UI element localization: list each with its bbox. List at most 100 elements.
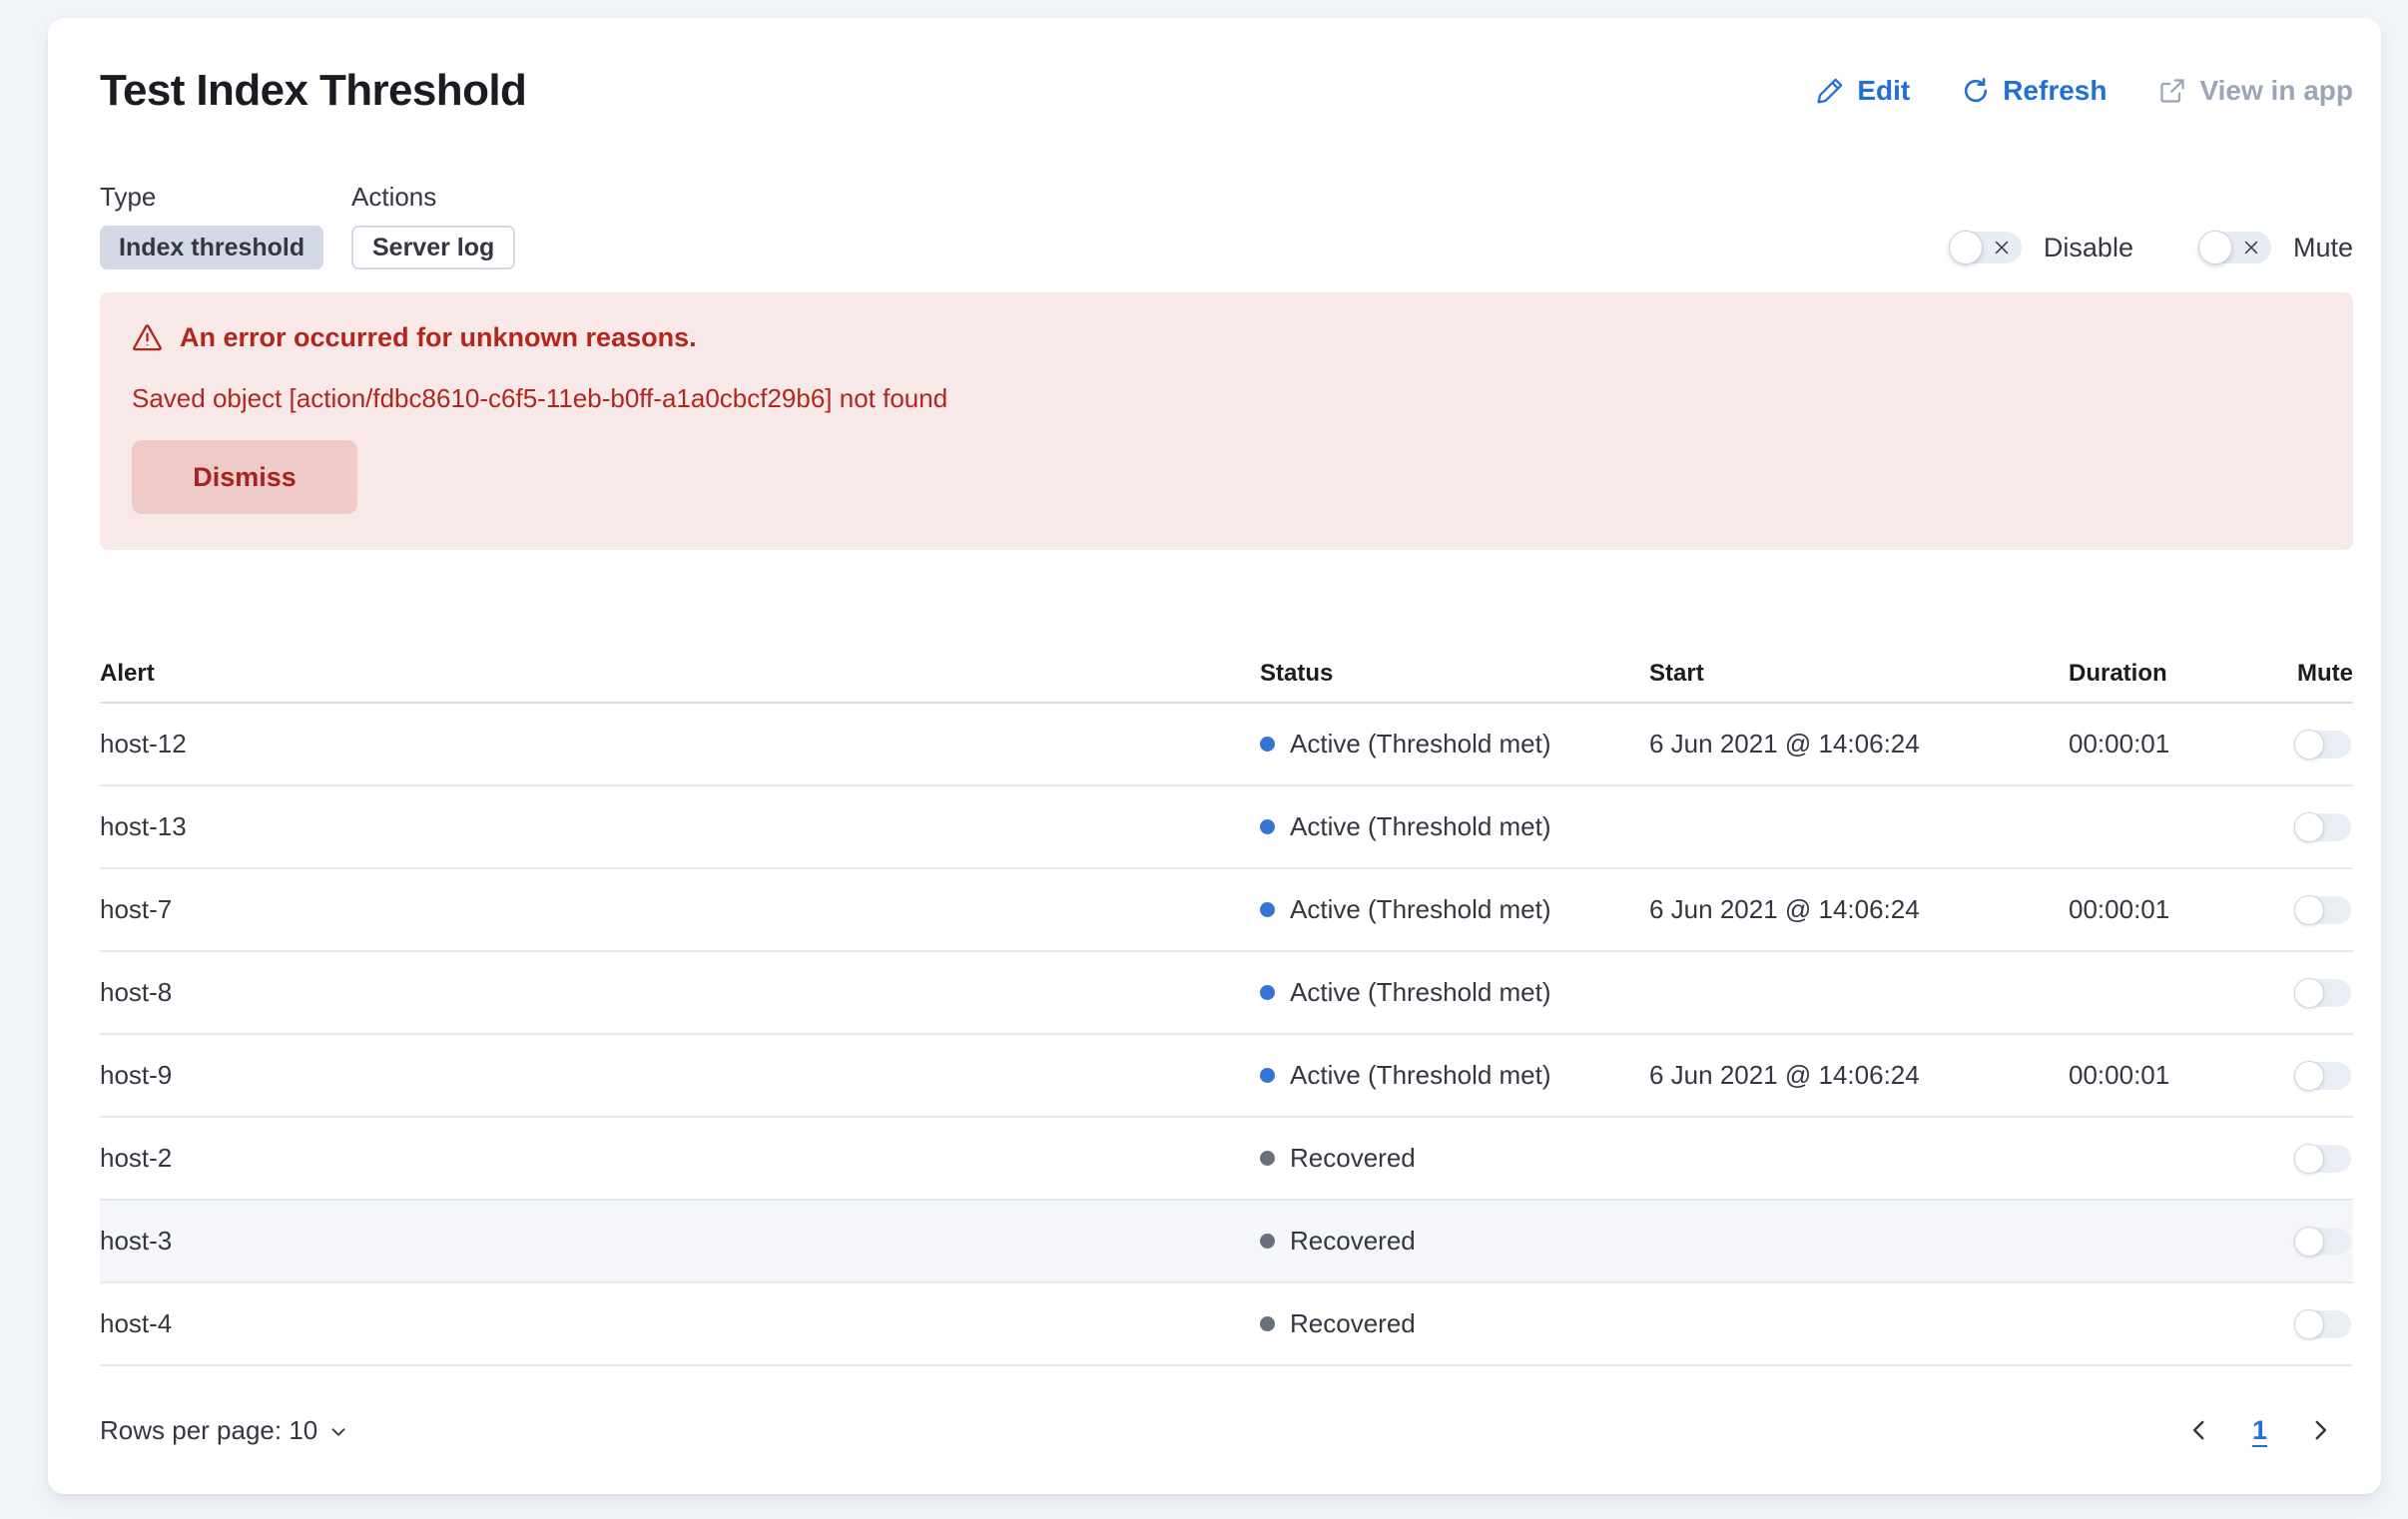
mute-toggle-label: Mute — [2293, 233, 2353, 263]
pencil-icon — [1816, 77, 1844, 105]
mute-cell — [2268, 979, 2353, 1007]
status-dot-icon — [1260, 819, 1275, 834]
row-mute-toggle[interactable] — [2295, 1062, 2351, 1090]
refresh-icon — [1962, 77, 1990, 105]
refresh-button[interactable]: Refresh — [1962, 75, 2107, 107]
table-row: host-7 Active (Threshold met) 6 Jun 2021… — [100, 869, 2353, 952]
row-mute-toggle[interactable] — [2295, 979, 2351, 1007]
table-row: host-9 Active (Threshold met) 6 Jun 2021… — [100, 1035, 2353, 1118]
toggle-knob — [2294, 895, 2324, 925]
header-actions: Edit Refresh View in app — [1816, 75, 2353, 107]
column-header-start: Start — [1637, 660, 2057, 688]
cross-icon — [1993, 239, 2011, 256]
edit-button[interactable]: Edit — [1816, 75, 1910, 107]
toggle-knob — [1949, 231, 1983, 264]
actions-label: Actions — [351, 182, 515, 213]
table-row: host-3 Recovered — [100, 1201, 2353, 1283]
row-mute-toggle[interactable] — [2295, 731, 2351, 759]
rule-type-badge: Index threshold — [100, 226, 323, 269]
status-cell: Active (Threshold met) — [1248, 729, 1637, 760]
page-header: Test Index Threshold Edit Refresh — [100, 66, 2353, 116]
row-mute-toggle[interactable] — [2295, 813, 2351, 841]
disable-toggle-label: Disable — [2044, 233, 2133, 263]
mute-toggle[interactable] — [2199, 232, 2271, 263]
next-page-button[interactable] — [2307, 1417, 2333, 1443]
toggle-knob — [2294, 1061, 2324, 1091]
chevron-left-icon — [2186, 1417, 2212, 1443]
mute-cell — [2268, 1145, 2353, 1173]
status-text: Active (Threshold met) — [1290, 811, 1551, 842]
rows-per-page-button[interactable]: Rows per page: 10 — [100, 1415, 349, 1446]
column-header-alert: Alert — [100, 660, 1248, 688]
status-text: Recovered — [1290, 1308, 1416, 1339]
action-connector-badge: Server log — [351, 226, 515, 269]
type-group: Type Index threshold — [100, 182, 351, 269]
status-dot-icon — [1260, 1316, 1275, 1331]
row-mute-toggle[interactable] — [2295, 896, 2351, 924]
duration-cell: 00:00:01 — [2057, 1060, 2268, 1091]
status-text: Recovered — [1290, 1143, 1416, 1174]
toggle-knob — [2294, 978, 2324, 1008]
status-cell: Recovered — [1248, 1308, 1637, 1339]
start-cell: 6 Jun 2021 @ 14:06:24 — [1637, 1060, 2057, 1091]
status-text: Recovered — [1290, 1226, 1416, 1257]
table-body: host-12 Active (Threshold met) 6 Jun 202… — [100, 704, 2353, 1366]
page-title: Test Index Threshold — [100, 66, 526, 116]
duration-cell: 00:00:01 — [2057, 894, 2268, 925]
view-in-app-label: View in app — [2199, 75, 2353, 107]
table-row: host-12 Active (Threshold met) 6 Jun 202… — [100, 704, 2353, 786]
status-cell: Active (Threshold met) — [1248, 1060, 1637, 1091]
status-cell: Active (Threshold met) — [1248, 894, 1637, 925]
start-cell: 6 Jun 2021 @ 14:06:24 — [1637, 894, 2057, 925]
error-callout-title-row: An error occurred for unknown reasons. — [132, 322, 2321, 353]
duration-cell: 00:00:01 — [2057, 729, 2268, 760]
start-cell: 6 Jun 2021 @ 14:06:24 — [1637, 729, 2057, 760]
status-cell: Recovered — [1248, 1226, 1637, 1257]
mute-cell — [2268, 896, 2353, 924]
cross-icon — [2242, 239, 2260, 256]
table-row: host-8 Active (Threshold met) — [100, 952, 2353, 1035]
type-label: Type — [100, 182, 351, 213]
table-header: Alert Status Start Duration Mute — [100, 646, 2353, 704]
status-dot-icon — [1260, 737, 1275, 752]
rows-per-page-label: Rows per page: 10 — [100, 1415, 317, 1446]
chevron-right-icon — [2307, 1417, 2333, 1443]
error-message: Saved object [action/fdbc8610-c6f5-11eb-… — [132, 383, 2321, 414]
rule-details-panel: Test Index Threshold Edit Refresh — [48, 18, 2381, 1494]
error-title: An error occurred for unknown reasons. — [180, 322, 697, 353]
warning-triangle-icon — [132, 322, 163, 353]
external-link-icon — [2158, 77, 2186, 105]
page-number-button[interactable]: 1 — [2252, 1415, 2267, 1446]
toggle-knob — [2294, 1227, 2324, 1257]
view-in-app-button[interactable]: View in app — [2158, 75, 2353, 107]
edit-button-label: Edit — [1857, 75, 1910, 107]
pagination-row: Rows per page: 10 1 — [100, 1402, 2353, 1458]
alert-cell: host-12 — [100, 729, 1248, 760]
previous-page-button[interactable] — [2186, 1417, 2212, 1443]
status-text: Active (Threshold met) — [1290, 977, 1551, 1008]
alert-cell: host-13 — [100, 811, 1248, 842]
alert-cell: host-8 — [100, 977, 1248, 1008]
row-mute-toggle[interactable] — [2295, 1310, 2351, 1338]
status-dot-icon — [1260, 902, 1275, 917]
mute-cell — [2268, 731, 2353, 759]
mute-cell — [2268, 1062, 2353, 1090]
toggle-knob — [2294, 812, 2324, 842]
disable-toggle[interactable] — [1950, 232, 2022, 263]
alert-cell: host-3 — [100, 1226, 1248, 1257]
alerts-table: Alert Status Start Duration Mute host-12… — [100, 646, 2353, 1366]
status-dot-icon — [1260, 1068, 1275, 1083]
rule-toggles: Disable Mute — [1950, 232, 2353, 269]
pager: 1 — [2186, 1415, 2333, 1446]
meta-row: Type Index threshold Actions Server log … — [100, 182, 2353, 269]
status-text: Active (Threshold met) — [1290, 894, 1551, 925]
chevron-down-icon — [327, 1421, 349, 1443]
row-mute-toggle[interactable] — [2295, 1145, 2351, 1173]
row-mute-toggle[interactable] — [2295, 1228, 2351, 1256]
alert-cell: host-2 — [100, 1143, 1248, 1174]
mute-cell — [2268, 1310, 2353, 1338]
toggle-knob — [2294, 1144, 2324, 1174]
column-header-mute: Mute — [2268, 660, 2353, 688]
alert-cell: host-9 — [100, 1060, 1248, 1091]
dismiss-button[interactable]: Dismiss — [132, 440, 357, 514]
